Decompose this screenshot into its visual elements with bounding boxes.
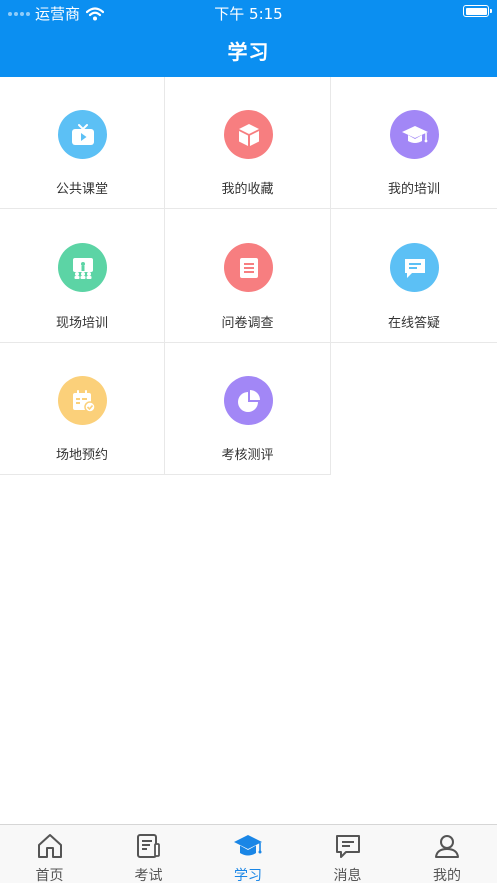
grid-item-label: 我的培训 <box>387 182 440 197</box>
tab-study[interactable]: 学习 <box>198 825 298 884</box>
grid-item-my-training[interactable]: 我的培训 <box>331 77 497 209</box>
bottom-tab-bar: 首页 考试 学习 消息 我的 <box>0 824 497 884</box>
grid-item-label: 考核测评 <box>221 448 274 463</box>
grid-item-label: 在线答疑 <box>387 316 440 331</box>
page-title: 学习 <box>227 40 270 64</box>
user-icon <box>435 835 459 858</box>
document-icon <box>224 243 273 292</box>
grid-item-label: 我的收藏 <box>221 182 274 197</box>
grid-item-venue-booking[interactable]: 场地预约 <box>0 343 165 475</box>
graduation-cap-icon <box>234 835 262 856</box>
message-icon <box>336 835 360 858</box>
chat-bubble-icon <box>390 243 439 292</box>
grid-item-online-qa[interactable]: 在线答疑 <box>331 209 497 343</box>
grid-item-my-favorites[interactable]: 我的收藏 <box>165 77 331 209</box>
presentation-icon <box>58 243 107 292</box>
exam-paper-icon <box>137 834 160 858</box>
tab-exam[interactable]: 考试 <box>99 825 198 884</box>
box-icon <box>224 110 273 159</box>
pie-chart-icon <box>224 376 273 425</box>
tab-label: 首页 <box>35 868 64 884</box>
nav-header: 运营商 下午 5:15 学习 <box>0 0 497 77</box>
grid-item-label: 问卷调查 <box>221 316 274 331</box>
battery-icon <box>463 5 492 17</box>
status-bar: 运营商 下午 5:15 <box>0 0 497 24</box>
grid-item-survey[interactable]: 问卷调查 <box>165 209 331 343</box>
grid-item-assessment[interactable]: 考核测评 <box>165 343 331 475</box>
tab-label: 我的 <box>433 868 461 884</box>
tab-profile[interactable]: 我的 <box>397 825 497 884</box>
tab-label: 学习 <box>234 868 262 884</box>
grid-item-label: 现场培训 <box>55 316 108 331</box>
home-icon <box>38 834 62 858</box>
graduation-cap-icon <box>390 110 439 159</box>
grid-item-onsite-training[interactable]: 现场培训 <box>0 209 165 343</box>
tab-label: 考试 <box>134 868 163 884</box>
tab-messages[interactable]: 消息 <box>298 825 397 884</box>
tab-label: 消息 <box>333 868 362 884</box>
status-time: 下午 5:15 <box>214 5 283 23</box>
grid-item-label: 场地预约 <box>55 448 108 463</box>
grid-item-public-class[interactable]: 公共课堂 <box>0 77 165 209</box>
tab-home[interactable]: 首页 <box>0 825 99 884</box>
tv-icon <box>58 110 107 159</box>
grid-item-label: 公共课堂 <box>55 182 108 197</box>
calendar-check-icon <box>58 376 107 425</box>
